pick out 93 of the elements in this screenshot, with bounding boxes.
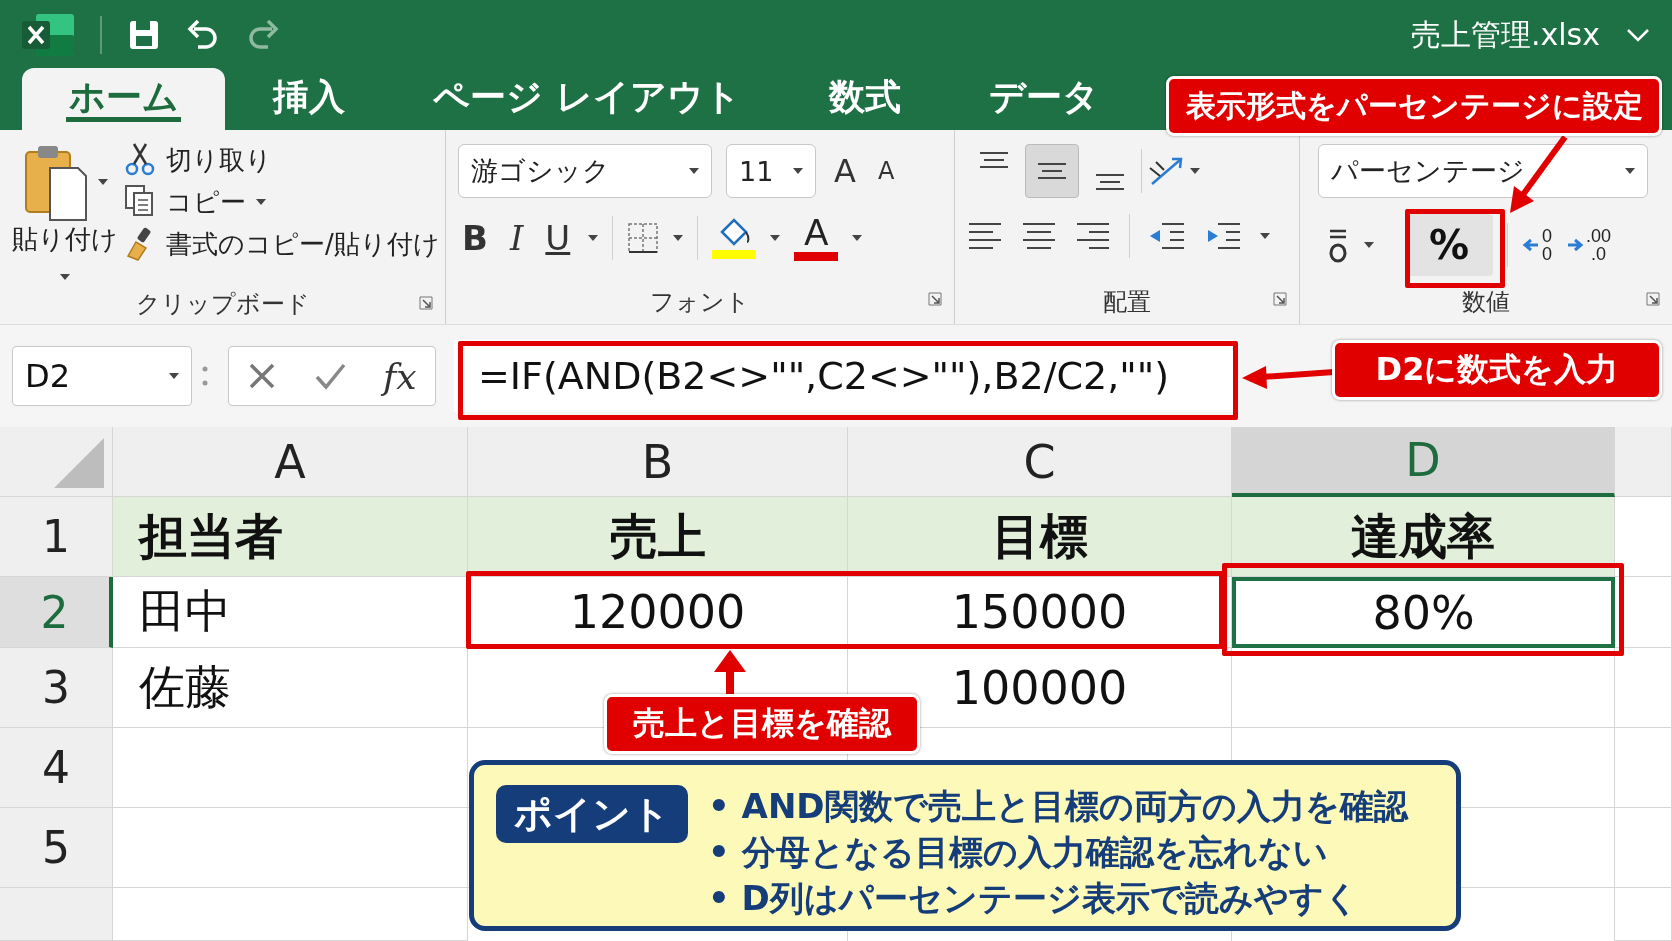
scissors-icon[interactable] <box>124 142 156 178</box>
column-header[interactable]: D <box>1232 427 1615 497</box>
row-header[interactable]: 1 <box>0 497 113 577</box>
clipboard-command[interactable]: 切り取り <box>166 142 272 178</box>
row-header[interactable]: 4 <box>0 728 113 808</box>
align-center-icon[interactable] <box>1021 220 1057 252</box>
dialog-launcher-icon[interactable] <box>928 292 942 306</box>
row-header[interactable]: 3 <box>0 648 113 728</box>
table-cell: 田中 <box>113 577 468 648</box>
formula-field[interactable]: =IF(AND(B2<>"",C2<>""),B2/C2,"") <box>454 340 1233 412</box>
bold-button[interactable]: B <box>458 217 492 258</box>
caret-icon[interactable] <box>60 274 70 280</box>
callout-label: D2に数式を入力 <box>1332 340 1662 400</box>
chevron-down-icon[interactable] <box>1626 27 1650 43</box>
grow-font-button[interactable]: A <box>830 152 860 190</box>
caret-icon[interactable] <box>793 168 803 174</box>
decrease-decimal-button[interactable]: .00 .0 <box>1586 227 1612 263</box>
table-cell: 達成率 <box>1232 497 1615 577</box>
caret-icon[interactable] <box>852 234 863 241</box>
shrink-font-button[interactable]: A <box>873 157 899 185</box>
table-cell: 売上 <box>468 497 848 577</box>
table-cell: 150000 <box>848 577 1232 648</box>
paste-label[interactable]: 貼り付け <box>12 222 118 257</box>
column-header[interactable]: C <box>848 427 1232 497</box>
ribbon-group-label: クリップボード <box>135 289 310 320</box>
undo-icon[interactable] <box>186 19 220 51</box>
tip-badge: ポイント <box>496 785 688 843</box>
column-header[interactable]: B <box>468 427 848 497</box>
caret-icon[interactable] <box>1364 242 1374 248</box>
left-arrow-icon[interactable] <box>1522 237 1540 253</box>
align-bottom-icon <box>1096 174 1124 190</box>
font-color-button[interactable]: A <box>804 214 829 252</box>
callout-label: 表示形式をパーセンテージに設定 <box>1166 76 1662 136</box>
right-arrow-icon[interactable] <box>1566 237 1584 253</box>
font-size-select[interactable]: 11 <box>726 144 816 198</box>
save-icon[interactable] <box>128 19 160 51</box>
italic-button[interactable]: I <box>505 217 528 258</box>
callout-arrow <box>714 650 746 694</box>
table-cell: 120000 <box>468 577 848 648</box>
ribbon-tab[interactable]: ホーム <box>22 68 225 130</box>
dialog-launcher-icon[interactable] <box>419 296 433 310</box>
number-format-select[interactable]: パーセンテージ <box>1318 144 1648 198</box>
table-cell: 佐藤 <box>113 648 468 728</box>
align-left-icon[interactable] <box>967 220 1003 252</box>
align-middle-icon <box>1038 163 1066 179</box>
redo-icon[interactable] <box>246 19 280 51</box>
clipboard-command[interactable]: 書式のコピー/貼り付け <box>166 226 440 262</box>
row-header[interactable]: 5 <box>0 808 113 888</box>
table-cell: 担当者 <box>113 497 468 577</box>
tip-bullet: • AND関数で売上と目標の両方の入力を確認 <box>708 785 1408 827</box>
caret-icon[interactable] <box>1625 168 1635 174</box>
fill-color-swatch[interactable] <box>712 250 757 259</box>
ribbon-tab[interactable]: 数式 <box>788 68 941 130</box>
row-header[interactable]: 2 <box>0 577 113 648</box>
underline-button[interactable]: U <box>541 217 575 258</box>
font-name-select[interactable]: 游ゴシック <box>458 144 712 198</box>
align-top-icon <box>980 152 1008 168</box>
more-options-icon[interactable] <box>202 365 208 387</box>
font-color-swatch[interactable] <box>794 252 839 261</box>
vertical-align-button[interactable] <box>1025 144 1079 198</box>
table-cell: 80% <box>1232 577 1615 648</box>
caret-icon[interactable] <box>1260 233 1270 239</box>
insert-function-button[interactable]: fx <box>382 355 417 397</box>
ribbon-tab[interactable]: ページ レイアウト <box>393 68 781 130</box>
clipboard-command[interactable]: コピー <box>166 184 246 220</box>
borders-icon[interactable] <box>627 221 660 254</box>
caret-icon[interactable] <box>689 168 699 174</box>
callout-label: 売上と目標を確認 <box>604 694 920 754</box>
ribbon-group-label: フォント <box>650 287 750 318</box>
caret-icon[interactable] <box>1190 168 1200 174</box>
spreadsheet-app-icon[interactable] <box>22 12 74 58</box>
ribbon-group-label: 数値 <box>1462 287 1510 318</box>
column-header[interactable]: A <box>113 427 468 497</box>
caret-icon[interactable] <box>673 234 684 241</box>
increase-decimal-button[interactable]: 0 0 <box>1542 227 1552 263</box>
dialog-launcher-icon[interactable] <box>1273 292 1287 306</box>
tip-bullet: • 分母となる目標の入力確認を忘れない <box>708 831 1329 873</box>
caret-icon[interactable] <box>770 234 781 241</box>
file-name: 売上管理.xlsx <box>1411 15 1600 54</box>
align-right-icon[interactable] <box>1075 220 1111 252</box>
ribbon-group-label: 配置 <box>1103 287 1151 318</box>
caret-icon[interactable] <box>98 179 108 185</box>
check-icon[interactable] <box>314 361 347 391</box>
tip-bullet: • D列はパーセンテージ表示で読みやすく <box>708 877 1360 919</box>
ribbon-tab[interactable]: データ <box>948 68 1139 130</box>
caret-icon[interactable] <box>256 199 266 205</box>
ribbon-tab[interactable]: 挿入 <box>233 68 385 130</box>
name-box[interactable]: D2 <box>12 346 192 406</box>
table-cell: 目標 <box>848 497 1232 577</box>
decrease-indent-icon[interactable] <box>1148 220 1186 252</box>
dialog-launcher-icon[interactable] <box>1646 292 1660 306</box>
caret-icon[interactable] <box>588 234 599 241</box>
caret-icon[interactable] <box>169 373 179 379</box>
